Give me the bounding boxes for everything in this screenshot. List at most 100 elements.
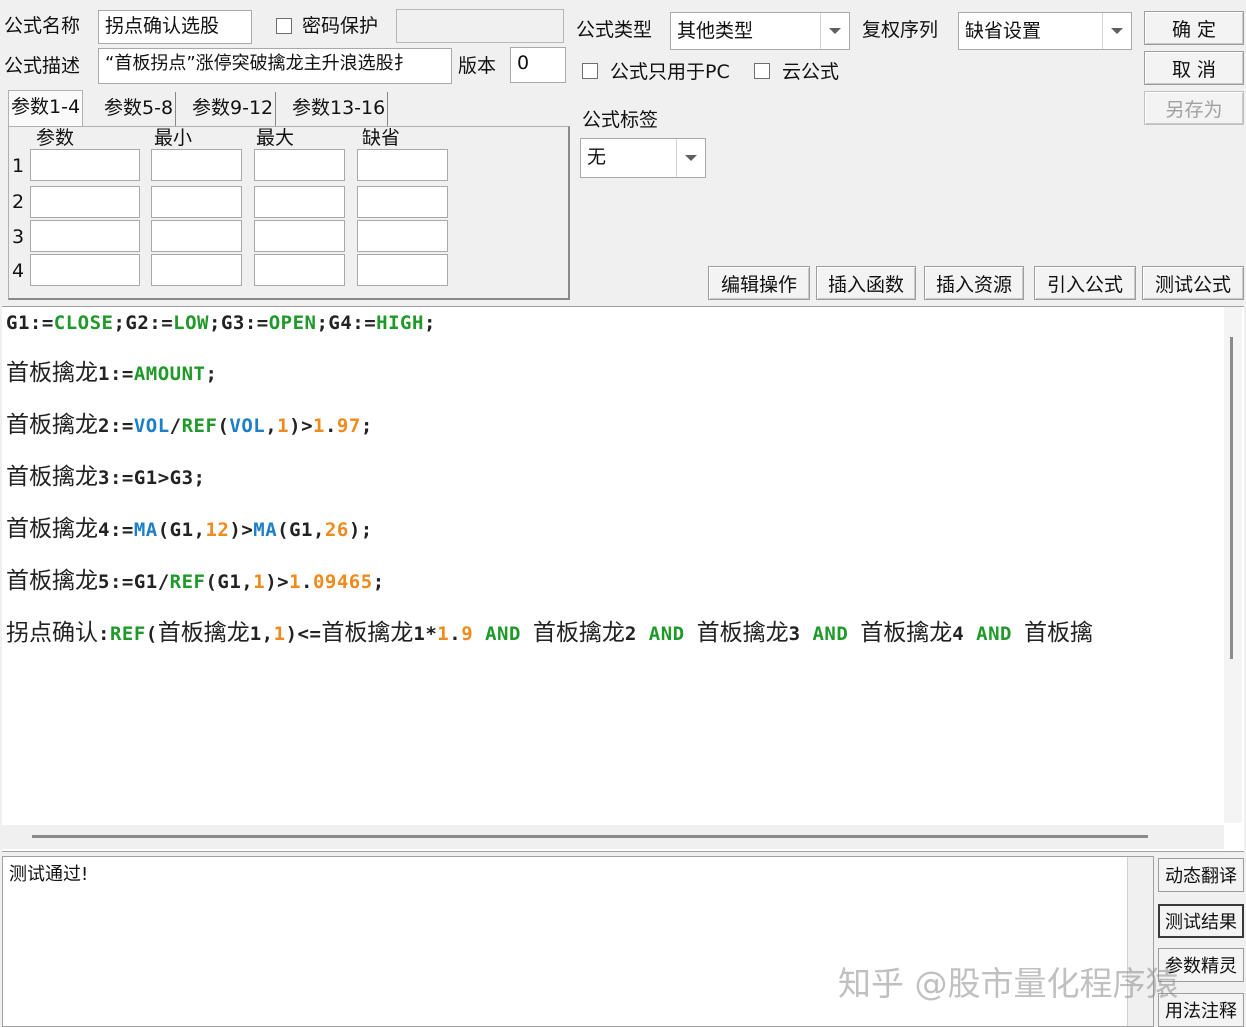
param-2-name[interactable]: [30, 186, 140, 218]
vertical-scrollbar[interactable]: [1224, 307, 1242, 823]
insert-function-button[interactable]: 插入函数: [816, 266, 916, 300]
formula-name-label: 公式名称: [4, 15, 81, 37]
formula-type-select[interactable]: 其他类型: [670, 12, 850, 50]
param-4-max[interactable]: [254, 254, 345, 286]
code-token: :: [98, 623, 110, 645]
code-token: ;G2:=: [113, 312, 174, 334]
tab-params-13-16[interactable]: 参数13-16: [290, 92, 389, 126]
code-token: 2: [624, 623, 637, 645]
param-3-max[interactable]: [254, 220, 345, 252]
code-token: (G1,: [157, 519, 206, 541]
tag-select[interactable]: 无: [580, 138, 706, 178]
code-token: 3:=G1>G3;: [98, 467, 206, 489]
code-token: AND: [976, 623, 1012, 645]
code-token: AND: [648, 623, 685, 645]
param-1-default[interactable]: [357, 149, 448, 181]
code-token: 09465: [312, 571, 373, 593]
code-token: (G1,: [277, 519, 325, 541]
test-formula-button[interactable]: 测试公式: [1142, 266, 1244, 300]
chevron-down-icon[interactable]: [820, 13, 849, 49]
tag-label: 公式标签: [582, 109, 659, 131]
code-token: HIGH: [376, 312, 424, 334]
code-token: 1: [253, 571, 266, 593]
restore-select[interactable]: 缺省设置: [958, 12, 1132, 50]
code-token: 1,: [249, 623, 274, 645]
param-1-min[interactable]: [151, 149, 242, 181]
code-token: 首板擒龙: [6, 360, 98, 386]
password-label: 密码保护: [302, 15, 379, 37]
chevron-down-icon[interactable]: [676, 139, 705, 177]
formula-desc-input[interactable]: “首板拐点”涨停突破擒龙主升浪选股扌: [98, 48, 452, 84]
edit-ops-button[interactable]: 编辑操作: [708, 266, 810, 300]
code-token: ,: [265, 415, 278, 437]
code-token: );: [348, 519, 373, 541]
version-input[interactable]: 0: [510, 47, 566, 83]
code-token: AND: [485, 623, 521, 645]
code-line-7: 拐点确认:REF(首板擒龙1,1)<=首板擒龙1*1.9 AND 首板擒龙2 A…: [6, 619, 1222, 648]
code-token: LOW: [173, 312, 209, 334]
cancel-button[interactable]: 取 消: [1144, 51, 1244, 85]
test-result-button[interactable]: 测试结果: [1158, 904, 1244, 938]
code-token: (: [145, 623, 158, 645]
code-token: ;G3:=: [209, 312, 269, 334]
tab-params-9-12[interactable]: 参数9-12: [190, 92, 277, 126]
param-4-name[interactable]: [30, 254, 140, 286]
code-token: ;: [205, 363, 218, 385]
param-2-default[interactable]: [357, 186, 448, 218]
code-editor[interactable]: G1:=CLOSE;G2:=LOW;G3:=OPEN;G4:=HIGH; 首板擒…: [2, 306, 1244, 852]
code-token: ;: [372, 571, 385, 593]
horizontal-scrollbar-thumb[interactable]: [32, 835, 1148, 838]
formula-type-label: 公式类型: [576, 19, 653, 41]
param-4-min[interactable]: [151, 254, 242, 286]
code-token: 拐点确认: [6, 620, 98, 646]
code-token: 1: [273, 623, 286, 645]
param-3-min[interactable]: [151, 220, 242, 252]
restore-value: 缺省设置: [965, 20, 1042, 42]
code-token: CLOSE: [53, 312, 114, 334]
code-token: 97: [336, 415, 361, 437]
param-3-name[interactable]: [30, 220, 140, 252]
dynamic-translate-button[interactable]: 动态翻译: [1158, 858, 1244, 892]
code-token: REF: [181, 415, 218, 437]
param-2-min[interactable]: [151, 186, 242, 218]
horizontal-scrollbar[interactable]: [2, 825, 1224, 849]
tag-value: 无: [587, 146, 607, 168]
param-1-name[interactable]: [30, 149, 140, 181]
code-token: MA: [253, 519, 278, 541]
param-3-default[interactable]: [357, 220, 448, 252]
code-token: )>: [229, 519, 254, 541]
param-header-max: 最大: [256, 127, 295, 149]
param-row-index: 4: [12, 260, 25, 282]
param-1-max[interactable]: [254, 149, 345, 181]
code-token: .: [449, 623, 462, 645]
import-formula-button[interactable]: 引入公式: [1034, 266, 1136, 300]
code-token: REF: [169, 571, 206, 593]
tab-params-1-4[interactable]: 参数1-4: [8, 90, 84, 128]
code-token: 首板擒龙: [860, 620, 953, 646]
code-line-1: G1:=CLOSE;G2:=LOW;G3:=OPEN;G4:=HIGH;: [6, 309, 436, 337]
code-token: 首板擒龙: [532, 620, 625, 646]
password-checkbox[interactable]: [276, 18, 292, 34]
version-label: 版本: [458, 55, 497, 77]
cloud-checkbox[interactable]: [754, 63, 770, 79]
param-2-max[interactable]: [254, 186, 345, 218]
code-token: .: [301, 571, 313, 593]
param-4-default[interactable]: [357, 254, 448, 286]
code-token: 1:=: [98, 363, 134, 385]
code-token: ;G4:=: [316, 312, 377, 334]
pc-only-checkbox[interactable]: [582, 63, 598, 79]
code-token: 12: [205, 519, 230, 541]
code-token: 1: [289, 571, 302, 593]
code-line-3: 首板擒龙2:=VOL/REF(VOL,1)>1.97;: [6, 411, 373, 440]
param-header-name: 参数: [36, 127, 75, 149]
insert-resource-button[interactable]: 插入资源: [924, 266, 1024, 300]
vertical-scrollbar-thumb[interactable]: [1230, 337, 1233, 659]
tab-params-5-8[interactable]: 参数5-8: [102, 92, 177, 126]
ok-button[interactable]: 确 定: [1144, 11, 1244, 45]
formula-name-input[interactable]: 拐点确认选股: [98, 10, 252, 44]
code-token: 26: [324, 519, 349, 541]
code-token: 首板擒: [1023, 620, 1093, 646]
save-as-button: 另存为: [1144, 91, 1244, 125]
chevron-down-icon[interactable]: [1102, 13, 1131, 49]
